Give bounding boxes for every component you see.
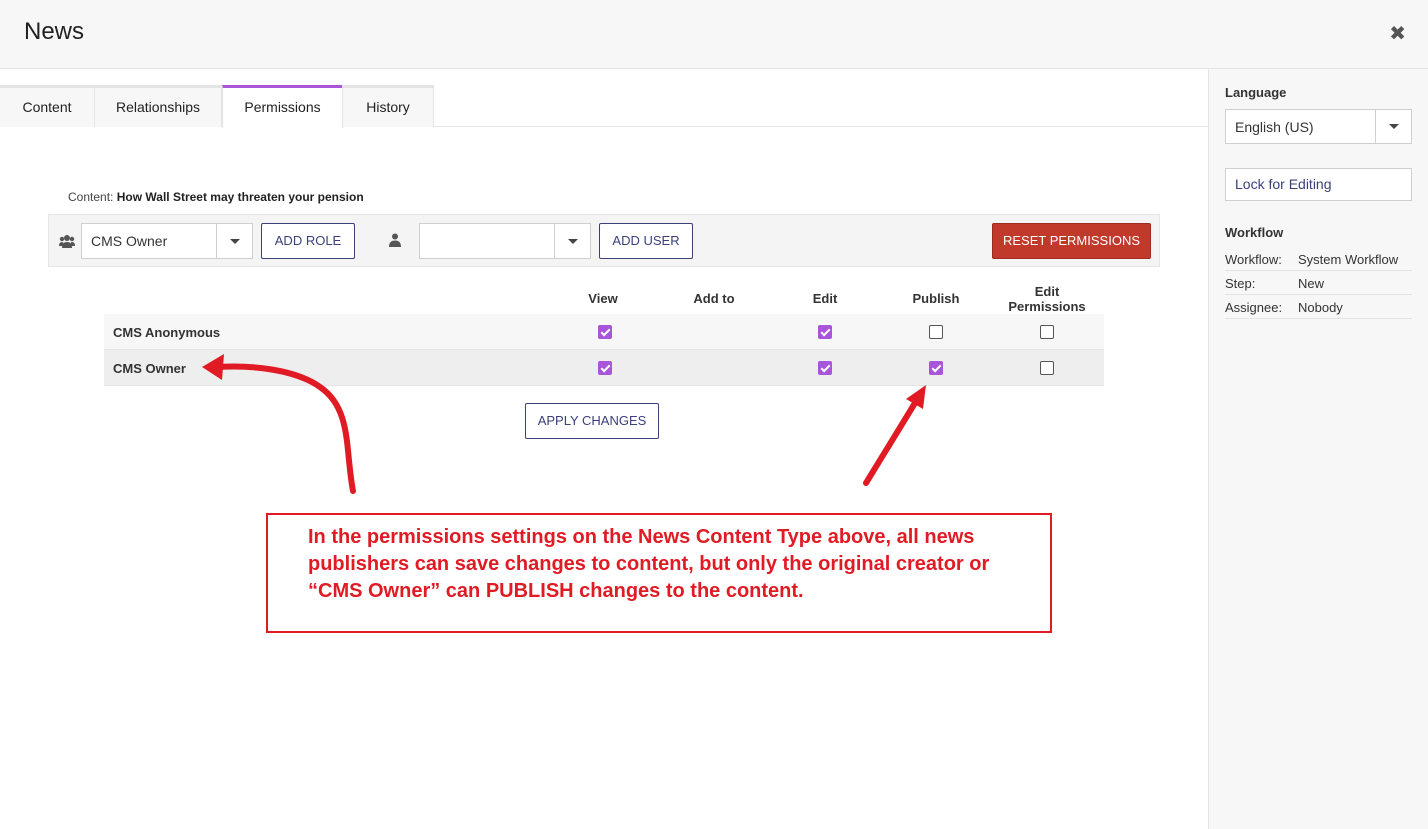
close-icon[interactable]: ✖ (1389, 24, 1406, 44)
column-header-publish: Publish (912, 291, 960, 306)
content-prefix: Content: (68, 190, 114, 204)
main-panel: Content Relationships Permissions Histor… (0, 69, 1208, 829)
step-key: Step: (1225, 276, 1256, 291)
annotation-arrow-right (863, 400, 918, 486)
assignee-key: Assignee: (1225, 300, 1283, 315)
chevron-down-icon[interactable] (1375, 110, 1411, 143)
annotation-text: In the permissions settings on the News … (308, 526, 990, 602)
header-bar: News ✖ (0, 0, 1428, 69)
view-checkbox[interactable] (598, 325, 612, 339)
chevron-down-icon[interactable] (554, 224, 590, 258)
workflow-label: Workflow (1225, 225, 1284, 240)
page-title: News (24, 18, 85, 45)
workflow-row: Workflow: System Workflow (1225, 247, 1412, 271)
annotation-arrowhead-right (906, 385, 926, 409)
tab-relationships[interactable]: Relationships (94, 85, 222, 127)
edit-permissions-checkbox[interactable] (1040, 325, 1054, 339)
workflow-key: Workflow: (1225, 252, 1282, 267)
user-icon (389, 233, 401, 247)
language-select[interactable]: English (US) (1225, 109, 1412, 144)
content-title-line: Content: How Wall Street may threaten yo… (68, 190, 364, 204)
assignee-value: Nobody (1298, 300, 1343, 315)
publish-checkbox[interactable] (929, 361, 943, 375)
tab-content[interactable]: Content (0, 85, 95, 127)
edit-checkbox[interactable] (818, 325, 832, 339)
column-header-view: View (588, 291, 618, 306)
add-role-button[interactable]: ADD ROLE (261, 223, 355, 259)
lock-for-editing-button[interactable]: Lock for Editing (1225, 168, 1412, 201)
users-icon (59, 235, 75, 248)
content-title: How Wall Street may threaten your pensio… (116, 190, 364, 204)
annotation-callout: In the permissions settings on the News … (266, 513, 1052, 633)
language-select-value: English (US) (1235, 119, 1314, 135)
apply-changes-button[interactable]: APPLY CHANGES (525, 403, 659, 439)
add-user-button[interactable]: ADD USER (599, 223, 693, 259)
user-select[interactable] (419, 223, 591, 259)
publish-checkbox[interactable] (929, 325, 943, 339)
column-header-edit-permissions: Edit Permissions (1008, 284, 1086, 314)
role-name: CMS Owner (113, 361, 186, 376)
language-label: Language (1225, 85, 1287, 100)
tab-bar: Content Relationships Permissions Histor… (0, 85, 1208, 128)
role-name: CMS Anonymous (113, 325, 221, 340)
role-select[interactable]: CMS Owner (81, 223, 253, 259)
reset-permissions-button[interactable]: RESET PERMISSIONS (992, 223, 1151, 259)
column-header-add-to: Add to (693, 291, 735, 306)
edit-checkbox[interactable] (818, 361, 832, 375)
table-row: CMS Anonymous (104, 314, 1104, 350)
permissions-toolbar: CMS Owner ADD ROLE ADD USER RESET PERMIS… (48, 214, 1160, 267)
sidebar: Language English (US) Lock for Editing W… (1208, 69, 1428, 829)
edit-permissions-checkbox[interactable] (1040, 361, 1054, 375)
role-select-value: CMS Owner (91, 233, 168, 249)
workflow-row: Assignee: Nobody (1225, 295, 1412, 319)
column-header-edit: Edit (812, 291, 838, 306)
workflow-value: System Workflow (1298, 252, 1399, 267)
workflow-row: Step: New (1225, 271, 1412, 295)
chevron-down-icon[interactable] (216, 224, 252, 258)
annotation-arrows (202, 354, 926, 494)
step-value: New (1298, 276, 1325, 291)
tab-history[interactable]: History (342, 85, 434, 127)
tab-permissions[interactable]: Permissions (222, 85, 343, 128)
table-row: CMS Owner (104, 350, 1104, 386)
view-checkbox[interactable] (598, 361, 612, 375)
